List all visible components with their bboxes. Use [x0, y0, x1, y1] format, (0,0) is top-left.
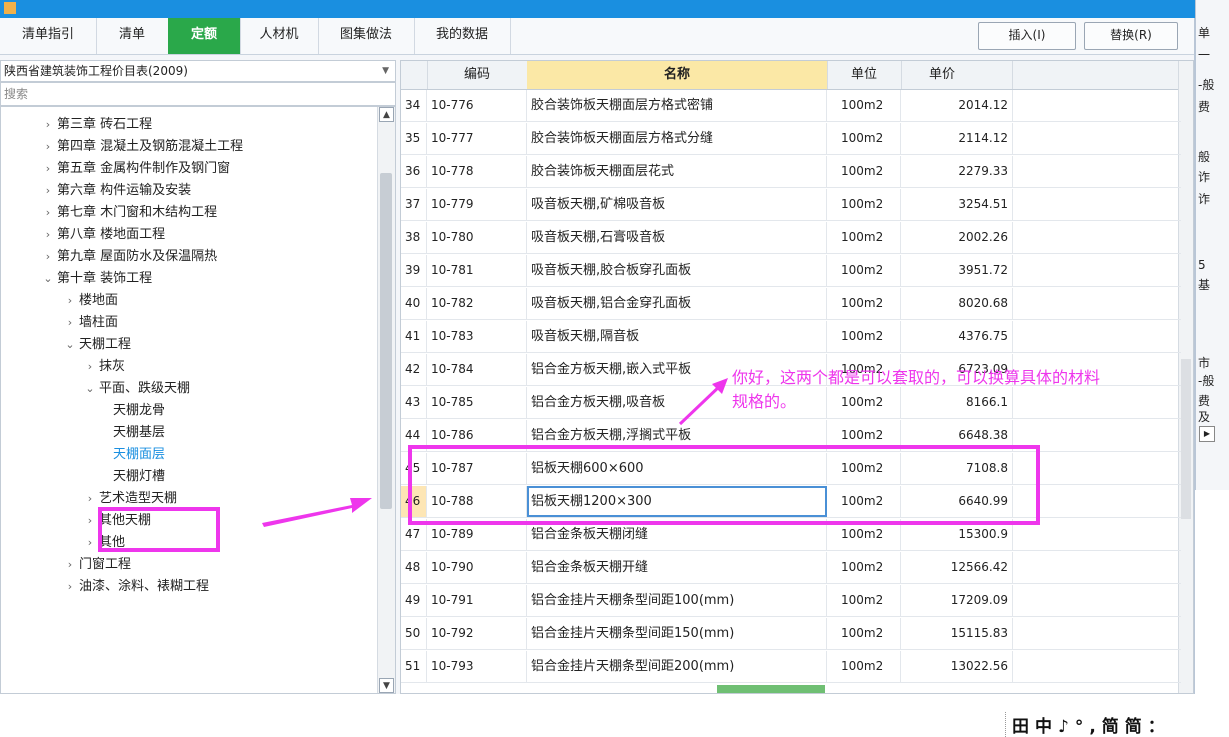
annotation-text-line2: 规格的。 [732, 392, 797, 411]
right-panel-strip: 单一 -般费般诈诈 5 基市 -般费及 [1195, 0, 1229, 490]
side-fragment-text: 及 [1198, 410, 1211, 424]
side-fragment-text: 5 [1198, 258, 1206, 272]
side-fragment-text: 费 [1198, 100, 1211, 114]
side-fragment-text: 基 [1198, 278, 1211, 292]
ime-toolbar[interactable]: 田中♪°,简简： [1005, 712, 1171, 737]
side-fragment-text: 单 [1198, 26, 1211, 40]
side-fragment-text: 市 [1198, 356, 1211, 370]
side-fragment-text: 诈 [1198, 170, 1211, 184]
side-fragment-text: -般 [1198, 78, 1215, 92]
side-fragment-text: -般 [1198, 374, 1215, 388]
side-fragment-text: 一 [1198, 48, 1211, 62]
side-fragment-text: 般 [1198, 150, 1211, 164]
annotation-text-line1: 你好，这两个都是可以套取的，可以换算具体的材料 [732, 368, 1101, 387]
expand-arrow-icon[interactable]: ▶ [1199, 426, 1215, 442]
side-fragment-text: 诈 [1198, 192, 1211, 206]
side-fragment-text: 费 [1198, 394, 1211, 408]
